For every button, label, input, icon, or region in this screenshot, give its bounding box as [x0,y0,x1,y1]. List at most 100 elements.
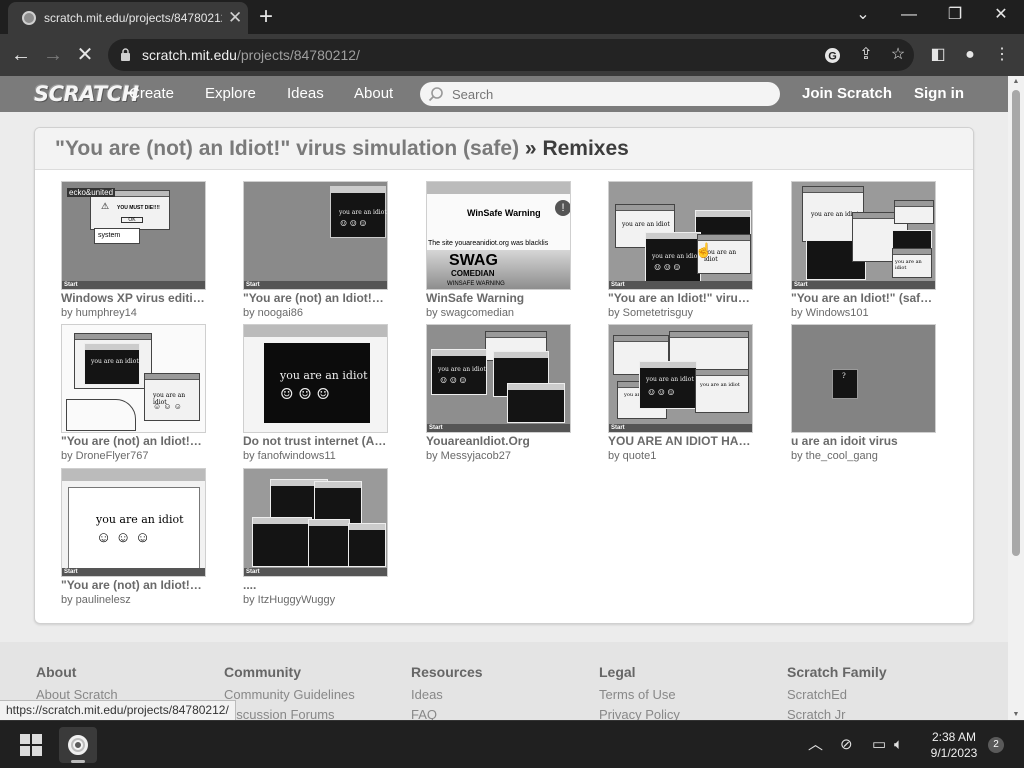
footer-link[interactable]: Ideas [411,687,483,702]
project-author[interactable]: by paulinelesz [61,594,211,606]
project-card[interactable]: you are an idiot ☺ ☺ ☺ Start YouareanIdio… [426,324,576,462]
project-thumbnail[interactable]: ecko&united ⚠ YOU MUST DIE!!!! OK system… [61,181,206,290]
winsafe-footer-text: WINSAFE WARNING [447,281,505,287]
taskbar-clock[interactable]: 2:38 AM 9/1/2023 [924,729,984,761]
show-hidden-icons-chevron-icon[interactable]: ︿ [808,736,823,754]
nav-explore[interactable]: Explore [205,85,256,102]
side-panel-icon[interactable]: ◧ [928,46,948,64]
project-title[interactable]: .... [243,578,388,592]
project-thumbnail[interactable]: you are an idiot ☺ ☺ ☺ Start [243,181,388,290]
project-title[interactable]: Windows XP virus editi… [61,291,206,305]
project-card[interactable]: Start .... by ItzHuggyWuggy [243,468,393,606]
project-thumbnail[interactable]: ? [791,324,936,433]
project-title[interactable]: "You are an Idiot!" (saf… [791,291,936,305]
forward-button[interactable]: → [40,42,66,68]
menu-kebab-icon[interactable]: ⋮ [992,46,1012,64]
scratch-logo[interactable]: SCRATCH [34,82,139,106]
project-thumbnail[interactable]: you are an idiot ☺ ☺ ☺ Start [61,468,206,577]
project-thumbnail[interactable]: you are an idiot you are an idiot☺ ☺ ☺ y… [608,181,753,290]
project-author[interactable]: by Windows101 [791,307,941,319]
project-title[interactable]: Do not trust internet (A… [243,434,388,448]
project-author[interactable]: by swagcomedian [426,307,576,319]
chrome-taskbar-icon[interactable] [59,727,97,763]
project-author[interactable]: by Messyjacob27 [426,450,576,462]
search-box[interactable] [420,82,780,106]
project-author[interactable]: by quote1 [608,450,758,462]
back-button[interactable]: ← [8,42,34,68]
search-input[interactable] [452,85,772,103]
project-title-link[interactable]: "You are (not) an Idiot!" virus simulati… [55,137,519,160]
page-scrollbar[interactable]: ▲ ▼ [1008,76,1024,720]
project-card[interactable]: you are an idiot you are an idiot Start … [791,181,941,319]
project-title[interactable]: YOU ARE AN IDIOT HA… [608,434,753,448]
url-text: scratch.mit.edu/projects/84780212/ [142,47,360,63]
minimize-button[interactable]: — [886,4,932,26]
project-title[interactable]: "You are (not) an Idiot!… [61,578,206,592]
project-thumbnail[interactable]: WinSafe Warning ! The site youareanidiot… [426,181,571,290]
join-scratch-link[interactable]: Join Scratch [802,85,892,102]
nav-about[interactable]: About [354,85,393,102]
sign-in-link[interactable]: Sign in [914,85,964,102]
profile-icon[interactable]: ● [960,46,980,64]
project-title[interactable]: u are an idoit virus [791,434,936,448]
scroll-down-arrow-icon[interactable]: ▼ [1008,711,1024,718]
footer-link[interactable]: Privacy Policy [599,707,680,720]
share-icon[interactable]: ⇪ [856,46,876,64]
project-thumbnail[interactable]: you are an idiot ☺ ☺ ☺ [243,324,388,433]
tab-search-chevron-icon[interactable]: ⌄ [840,4,886,26]
footer-link[interactable]: Discussion Forums [224,707,355,720]
restore-button[interactable]: ❐ [932,4,978,26]
new-tab-button[interactable]: + [259,3,273,31]
project-card[interactable]: you are an idiot ☺ ☺ ☺ Start "You are (n… [61,468,211,606]
footer-column-resources: Resources Ideas FAQ [411,664,483,720]
project-card[interactable]: you are an idiot you are an idiot☺ ☺ ☺ y… [608,181,758,319]
project-card[interactable]: you are an idiot you are an idiot☺ ☺ ☺ y… [608,324,758,462]
project-title[interactable]: WinSafe Warning [426,291,571,305]
footer-link[interactable]: Scratch Jr [787,707,887,720]
project-author[interactable]: by fanofwindows11 [243,450,393,462]
project-author[interactable]: by ItzHuggyWuggy [243,594,393,606]
bookmark-star-icon[interactable]: ☆ [888,46,908,64]
project-thumbnail[interactable]: Start [243,468,388,577]
network-off-icon[interactable]: ⊘ [840,736,853,754]
footer-link[interactable]: Community Guidelines [224,687,355,702]
project-author[interactable]: by humphrey14 [61,307,211,319]
nav-create[interactable]: Create [129,85,174,102]
project-author[interactable]: by the_cool_gang [791,450,941,462]
browser-tab[interactable]: scratch.mit.edu/projects/84780212 ✕ [8,2,248,34]
project-title[interactable]: YouareanIdiot.Org [426,434,571,448]
footer-link[interactable]: Terms of Use [599,687,680,702]
notification-badge[interactable]: 2 [988,737,1004,753]
project-author[interactable]: by noogai86 [243,307,393,319]
display-icon[interactable]: ▭ [872,736,886,754]
address-bar[interactable]: scratch.mit.edu/projects/84780212/ G ⇪ ☆ [108,39,914,71]
project-thumbnail[interactable]: you are an idiot you are an idiot☺ ☺ ☺ y… [608,324,753,433]
project-card[interactable]: you are an idiot ☺ ☺ ☺ Do not trust inte… [243,324,393,462]
scrollbar-thumb[interactable] [1012,90,1020,556]
stop-loading-button[interactable]: ✕ [72,42,98,68]
project-card[interactable]: ? u are an idoit virus by the_cool_gang [791,324,941,462]
project-card[interactable]: you are an idiot you are an idiot ☺ ☺ ☺ "… [61,324,211,462]
footer-column-legal: Legal Terms of Use Privacy Policy [599,664,680,720]
window-close-button[interactable]: ✕ [978,4,1024,26]
scroll-up-arrow-icon[interactable]: ▲ [1008,78,1024,85]
volume-icon[interactable]: 🔈︎ [894,736,903,754]
nav-ideas[interactable]: Ideas [287,85,324,102]
google-lens-icon[interactable]: G [824,47,841,64]
project-title[interactable]: "You are (not) an Idiot!… [243,291,388,305]
footer-link[interactable]: FAQ [411,707,483,720]
project-author[interactable]: by Sometetrisguy [608,307,758,319]
footer-link[interactable]: ScratchEd [787,687,887,702]
project-title[interactable]: "You are (not) an Idiot!… [61,434,206,448]
project-author[interactable]: by DroneFlyer767 [61,450,211,462]
project-card[interactable]: you are an idiot ☺ ☺ ☺ Start "You are (n… [243,181,393,319]
project-card[interactable]: WinSafe Warning ! The site youareanidiot… [426,181,576,319]
project-card[interactable]: ecko&united ⚠ YOU MUST DIE!!!! OK system… [61,181,211,319]
windows-start-icon[interactable] [20,734,43,757]
project-title[interactable]: "You are an Idiot!" viru… [608,291,753,305]
project-thumbnail[interactable]: you are an idiot you are an idiot Start [791,181,936,290]
project-thumbnail[interactable]: you are an idiot ☺ ☺ ☺ Start [426,324,571,433]
close-tab-icon[interactable]: ✕ [228,8,242,28]
system-label: system [98,232,121,239]
project-thumbnail[interactable]: you are an idiot you are an idiot ☺ ☺ ☺ [61,324,206,433]
